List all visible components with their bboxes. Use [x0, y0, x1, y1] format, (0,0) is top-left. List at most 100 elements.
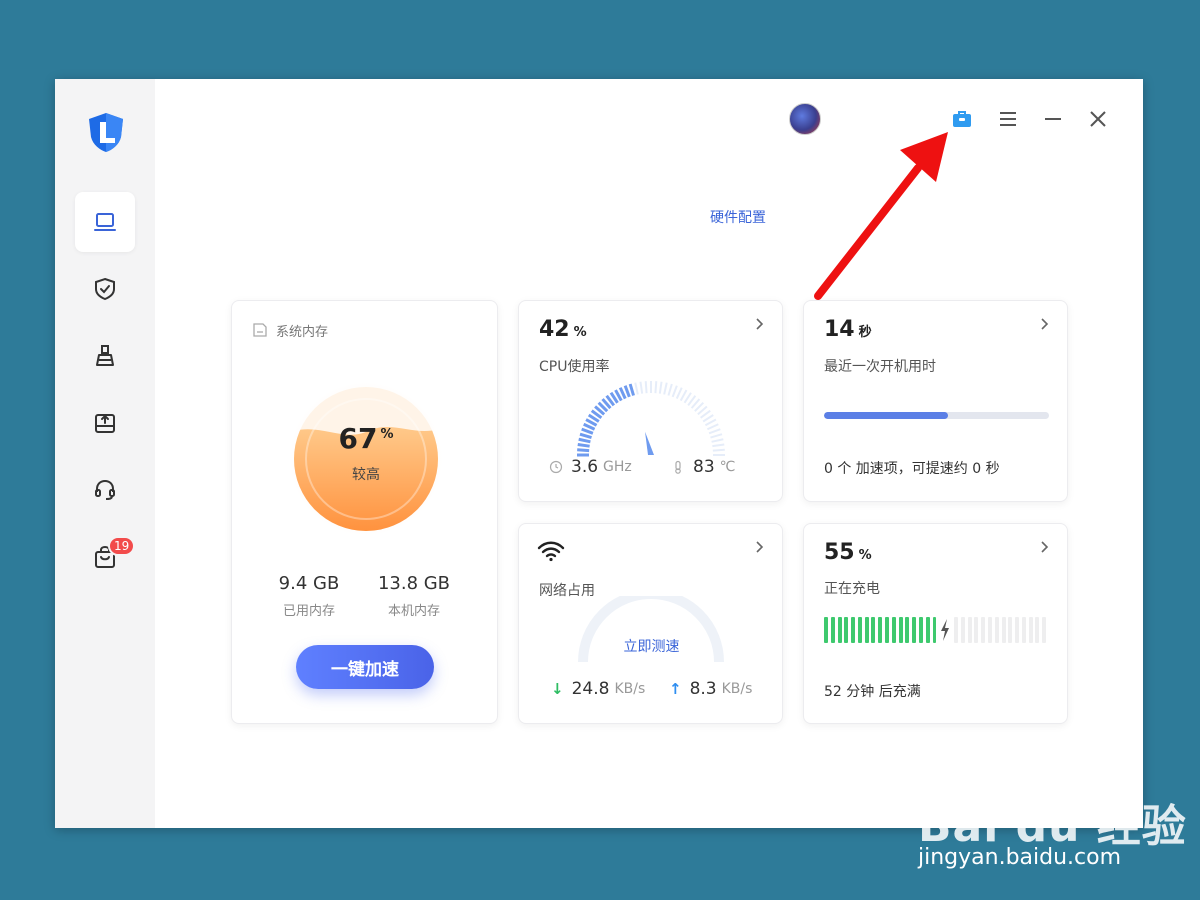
- minimize-button[interactable]: [1039, 105, 1067, 133]
- memory-usage-orb: 67% 较高: [288, 381, 444, 537]
- memory-orb-graphic: [288, 381, 444, 537]
- battery-segment: [824, 617, 828, 643]
- battery-segment: [1028, 617, 1033, 643]
- battery-segment: [851, 617, 856, 643]
- chevron-right-icon[interactable]: [752, 317, 766, 331]
- network-card[interactable]: 网络占用 立即测速 ↓ 24.8 KB/s ↑ 8.3 KB/s: [518, 523, 783, 724]
- battery-segment: [967, 617, 972, 643]
- battery-segment: [871, 617, 876, 643]
- battery-level-bar: [824, 617, 1049, 643]
- sidebar-item-disk[interactable]: [75, 393, 135, 453]
- battery-status: 正在充电: [824, 581, 880, 597]
- gauge-tick: [711, 438, 724, 443]
- battery-segment: [885, 617, 890, 643]
- notification-badge: 19: [108, 536, 136, 556]
- battery-segment: [994, 617, 999, 643]
- battery-segment: [974, 617, 979, 643]
- chevron-right-icon[interactable]: [1037, 317, 1051, 331]
- menu-icon: [1000, 112, 1016, 126]
- chevron-right-icon[interactable]: [1037, 540, 1051, 554]
- sidebar-item-support[interactable]: [75, 460, 135, 520]
- battery-segment: [925, 617, 930, 643]
- battery-segment: [1042, 617, 1047, 643]
- battery-segment: [891, 617, 896, 643]
- cpu-temperature: 83 ℃: [671, 457, 735, 477]
- baidu-watermark-url: jingyan.baidu.com: [918, 845, 1122, 870]
- gauge-tick: [581, 427, 594, 435]
- one-click-boost-button[interactable]: 一键加速: [296, 645, 434, 689]
- gauge-tick: [658, 381, 663, 394]
- memory-level: 较高: [352, 467, 380, 483]
- menu-button[interactable]: [994, 105, 1022, 133]
- battery-segment: [912, 617, 917, 643]
- used-memory-value: 9.4 GB: [278, 573, 340, 594]
- gauge-tick: [671, 385, 678, 398]
- hardware-config-link[interactable]: 硬件配置: [695, 207, 781, 227]
- upload-speed: ↑ 8.3 KB/s: [669, 679, 753, 699]
- battery-segment: [1015, 617, 1020, 643]
- app-window: 19 硬件配置 系统内存 67 % 较高 9.4 GB 已用内存 13.8 GB…: [55, 79, 1143, 828]
- battery-segment: [830, 617, 835, 643]
- battery-segment: [987, 617, 992, 643]
- clock-icon: [549, 460, 563, 474]
- battery-segment: [960, 617, 965, 643]
- gauge-tick: [667, 383, 673, 396]
- gauge-tick: [628, 383, 635, 396]
- sidebar-item-security[interactable]: [75, 259, 135, 319]
- gauge-tick: [577, 442, 590, 448]
- battery-segment: [1021, 617, 1026, 643]
- boot-label: 最近一次开机用时: [824, 359, 936, 375]
- toolbox-icon: [953, 111, 971, 127]
- sidebar-item-clean[interactable]: [75, 326, 135, 386]
- battery-segment: [837, 617, 842, 643]
- gauge-tick: [654, 381, 658, 394]
- battery-segment: [898, 617, 903, 643]
- charging-bolt-icon: [941, 619, 950, 641]
- boot-time-card[interactable]: 14 秒 最近一次开机用时 0 个 加速项，可提速约 0 秒: [803, 300, 1068, 502]
- sidebar-item-store[interactable]: 19: [75, 527, 136, 587]
- battery-segment: [1035, 617, 1040, 643]
- battery-segment: [954, 617, 959, 643]
- battery-segment: [918, 617, 923, 643]
- laptop-icon: [94, 213, 116, 231]
- battery-time-left: 52 分钟 后充满: [824, 684, 921, 700]
- memory-percent: 67%: [338, 422, 394, 455]
- battery-segment: [864, 617, 869, 643]
- chevron-right-icon[interactable]: [752, 540, 766, 554]
- cpu-label: CPU使用率: [539, 359, 610, 375]
- battery-segment: [857, 617, 862, 643]
- sidebar-item-hardware[interactable]: [75, 192, 135, 252]
- battery-card[interactable]: 55% 正在充电 52 分钟 后充满: [803, 523, 1068, 724]
- gauge-tick: [708, 428, 721, 435]
- gauge-tick: [663, 382, 668, 395]
- boot-summary: 0 个 加速项，可提速约 0 秒: [824, 461, 1000, 477]
- close-icon: [1090, 111, 1106, 127]
- boot-progress-fill: [824, 412, 948, 419]
- memory-title: 系统内存: [276, 325, 329, 340]
- wifi-icon: [537, 541, 565, 562]
- gauge-tick: [679, 389, 688, 402]
- download-arrow-icon: ↓: [551, 680, 564, 698]
- close-button[interactable]: [1084, 105, 1112, 133]
- battery-segment: [844, 617, 849, 643]
- gauge-tick: [634, 382, 639, 395]
- gauge-tick: [577, 448, 590, 453]
- cpu-percent: 42%: [539, 317, 587, 342]
- battery-percent: 55%: [824, 540, 872, 565]
- used-memory-label: 已用内存: [282, 604, 335, 619]
- speed-test-link[interactable]: 立即测速: [519, 636, 784, 656]
- gauge-tick: [706, 423, 719, 431]
- gauge-needle: [645, 431, 654, 455]
- total-memory-label: 本机内存: [387, 604, 440, 619]
- cpu-card[interactable]: 42% CPU使用率 3.6 GHz 83 ℃: [518, 300, 783, 502]
- gauge-tick: [578, 437, 591, 444]
- sidebar: 19: [55, 79, 155, 828]
- gauge-tick: [704, 418, 717, 427]
- toolbox-button[interactable]: [948, 105, 976, 133]
- upload-arrow-icon: ↑: [669, 680, 682, 698]
- battery-segment: [1008, 617, 1013, 643]
- user-avatar[interactable]: [789, 103, 821, 135]
- gauge-tick: [675, 387, 683, 400]
- thermometer-icon: [675, 460, 681, 474]
- app-logo-icon: [89, 113, 123, 152]
